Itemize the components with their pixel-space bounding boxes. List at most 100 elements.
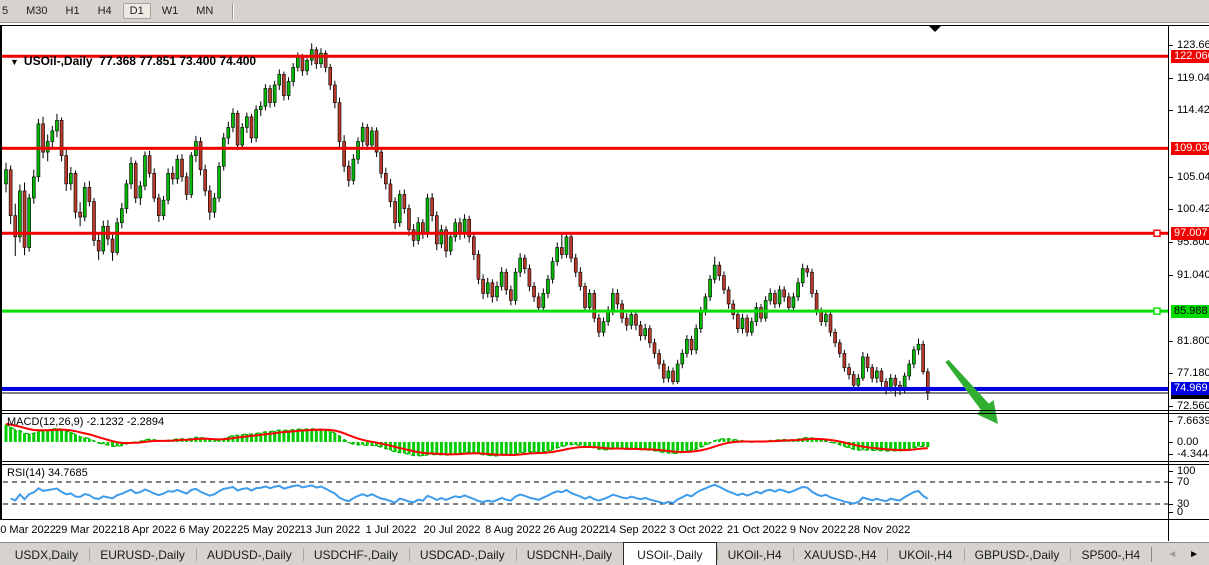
timeframe-button-w1[interactable]: W1 bbox=[155, 3, 186, 19]
candle-body bbox=[463, 219, 466, 233]
candle-body bbox=[690, 339, 693, 350]
candle-body bbox=[852, 375, 855, 386]
chart-window[interactable]: ▼USOil-,Daily 77.368 77.851 73.400 74.40… bbox=[0, 23, 1209, 542]
candle-body bbox=[185, 177, 188, 195]
hline-handle[interactable] bbox=[1154, 230, 1160, 236]
tab-scroll-right-icon[interactable]: ► bbox=[1183, 549, 1205, 560]
macd-histogram-bar bbox=[537, 442, 540, 452]
chart-tab-xauusd-h4[interactable]: XAUUSD-,H4 bbox=[793, 543, 888, 565]
candle-body bbox=[162, 200, 165, 216]
candle-body bbox=[9, 170, 12, 216]
chart-tab-ukoil-h4[interactable]: UKOil-,H4 bbox=[888, 543, 964, 565]
date-label: 14 Sep 2022 bbox=[604, 524, 666, 536]
macd-histogram-bar bbox=[37, 431, 40, 442]
hline-85.988[interactable] bbox=[0, 310, 1169, 313]
macd-histogram-bar bbox=[319, 429, 322, 442]
macd-histogram-bar bbox=[315, 429, 318, 442]
candle-body bbox=[912, 350, 915, 364]
candle-body bbox=[449, 237, 452, 251]
timeframe-button-5[interactable]: 5 bbox=[0, 3, 15, 19]
candle-body bbox=[732, 304, 735, 315]
candle-body bbox=[727, 290, 730, 304]
macd-histogram-bar bbox=[412, 442, 415, 456]
down-triangle-marker[interactable] bbox=[929, 26, 941, 32]
chart-tab-gbpusd-daily[interactable]: GBPUSD-,Daily bbox=[964, 543, 1071, 565]
chart-tab-usdx-daily[interactable]: USDX,Daily bbox=[4, 543, 89, 565]
timeframe-button-m30[interactable]: M30 bbox=[19, 3, 54, 19]
candle-body bbox=[204, 170, 207, 191]
candle-body bbox=[269, 89, 272, 103]
candle-body bbox=[685, 339, 688, 353]
chart-tab-sp500-h4[interactable]: SP500-,H4 bbox=[1070, 543, 1151, 565]
candle-body bbox=[810, 272, 813, 293]
candle-body bbox=[222, 138, 225, 166]
candle-body bbox=[278, 74, 281, 85]
candle-body bbox=[528, 269, 531, 287]
candle-body bbox=[403, 194, 406, 208]
date-label: 26 Aug 2022 bbox=[543, 524, 605, 536]
macd-indicator-label: MACD(12,26,9) -2.1232 -2.2894 bbox=[7, 416, 164, 428]
price-tick-mark bbox=[1169, 275, 1173, 276]
date-label: 21 Oct 2022 bbox=[727, 524, 787, 536]
candle-body bbox=[653, 343, 656, 354]
macd-histogram-bar bbox=[32, 433, 35, 442]
timeframe-button-d1[interactable]: D1 bbox=[123, 3, 151, 19]
chart-tab-bar: USDX,DailyEURUSD-,DailyAUDUSD-,DailyUSDC… bbox=[0, 542, 1209, 565]
candle-body bbox=[491, 283, 494, 297]
macd-histogram-bar bbox=[440, 442, 443, 455]
candle-body bbox=[236, 113, 239, 145]
candle-body bbox=[231, 113, 234, 127]
chart-tab-audusd-daily[interactable]: AUDUSD-,Daily bbox=[196, 543, 303, 565]
price-tick-mark bbox=[1169, 110, 1173, 111]
candle-body bbox=[273, 85, 276, 103]
macd-histogram-bar bbox=[542, 442, 545, 452]
chart-tab-usdcnh-daily[interactable]: USDCNH-,Daily bbox=[516, 543, 623, 565]
candle-body bbox=[366, 127, 369, 145]
hline-109.036[interactable] bbox=[0, 147, 1169, 150]
chart-tab-eurusd-daily[interactable]: EURUSD-,Daily bbox=[89, 543, 196, 565]
candle-body bbox=[74, 173, 77, 212]
panel-divider-1a[interactable] bbox=[0, 410, 1209, 411]
panel-divider-2a[interactable] bbox=[0, 461, 1209, 462]
panel-divider-2b[interactable] bbox=[0, 464, 1209, 465]
chart-title: ▼USOil-,Daily 77.368 77.851 73.400 74.40… bbox=[10, 54, 256, 68]
candle-body bbox=[560, 247, 563, 254]
date-label: 20 Jul 2022 bbox=[424, 524, 481, 536]
macd-histogram-bar bbox=[403, 442, 406, 453]
candle-body bbox=[218, 166, 221, 198]
macd-histogram-bar bbox=[556, 442, 559, 448]
candle-body bbox=[32, 177, 35, 198]
hline-74.969[interactable] bbox=[0, 387, 1169, 391]
candle-body bbox=[500, 272, 503, 286]
hline-handle[interactable] bbox=[1154, 308, 1160, 314]
candle-body bbox=[458, 223, 461, 234]
price-level-chip: 85.988 bbox=[1171, 305, 1209, 318]
tab-scroll-left-icon[interactable]: ◄ bbox=[1161, 549, 1183, 560]
panel-divider-1b[interactable] bbox=[0, 413, 1209, 414]
macd-histogram-bar bbox=[51, 429, 54, 442]
candle-body bbox=[537, 297, 540, 308]
price-tick-mark bbox=[1169, 177, 1173, 178]
candle-body bbox=[407, 209, 410, 230]
chart-tab-usdcad-daily[interactable]: USDCAD-,Daily bbox=[409, 543, 516, 565]
candle-body bbox=[130, 163, 133, 183]
hline-97.007[interactable] bbox=[0, 232, 1169, 235]
candle-body bbox=[597, 318, 600, 332]
candle-body bbox=[709, 279, 712, 297]
timeframe-button-h1[interactable]: H1 bbox=[59, 3, 87, 19]
candle-body bbox=[546, 279, 549, 293]
macd-histogram-bar bbox=[908, 442, 911, 449]
candle-body bbox=[704, 297, 707, 311]
candle-body bbox=[838, 343, 841, 354]
chart-tab-usdchf-daily[interactable]: USDCHF-,Daily bbox=[303, 543, 409, 565]
macd-histogram-bar bbox=[509, 442, 512, 455]
candle-body bbox=[421, 223, 424, 234]
chart-tab-usoil-daily[interactable]: USOil-,Daily bbox=[623, 542, 716, 565]
timeframe-button-h4[interactable]: H4 bbox=[91, 3, 119, 19]
candle-body bbox=[357, 141, 360, 159]
candle-body bbox=[435, 216, 438, 244]
trend-arrow-annotation[interactable] bbox=[946, 360, 999, 424]
candle-body bbox=[125, 184, 128, 209]
chart-tab-ukoil-h4[interactable]: UKOil-,H4 bbox=[717, 543, 793, 565]
timeframe-button-mn[interactable]: MN bbox=[189, 3, 220, 19]
